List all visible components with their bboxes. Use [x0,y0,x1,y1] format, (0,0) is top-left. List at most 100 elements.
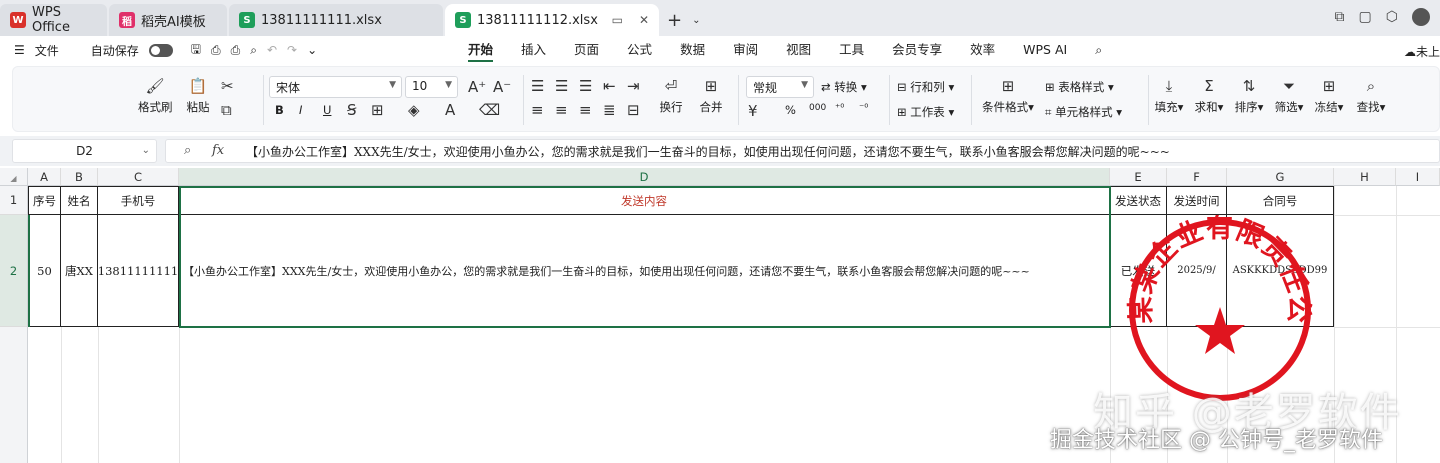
wrap-text-button[interactable]: ⏎ 换行 [653,77,689,115]
find-button[interactable]: ⌕ 查找▾ [1353,77,1389,115]
copy-icon[interactable]: ⧉ [221,101,232,119]
col-header-d[interactable]: D [179,168,1110,186]
border-icon[interactable]: ⊞ [371,101,384,119]
col-header-g[interactable]: G [1227,168,1334,186]
col-header-c[interactable]: C [98,168,179,186]
thousands-button[interactable]: 000 [809,103,826,113]
decimal-decrease-icon[interactable]: ⁻⁰ [859,103,868,114]
col-header-h[interactable]: H [1334,168,1396,186]
cut-icon[interactable]: ✂ [221,77,234,95]
file-menu[interactable]: 文件 [35,42,59,59]
new-tab-button[interactable]: + ⌄ [659,4,708,36]
cell-a2[interactable]: 50 [28,215,61,327]
decimal-increase-icon[interactable]: ⁺⁰ [835,103,844,114]
convert-button[interactable]: ⇄ 转换 ▾ [821,79,867,95]
currency-icon[interactable]: ¥ [748,102,758,120]
hamburger-icon[interactable]: ☰ [14,43,25,57]
align-middle-icon[interactable]: ☰ [555,77,568,95]
cell-d1[interactable]: 发送内容 [179,186,1110,215]
menu-wps-ai[interactable]: WPS AI [1009,36,1081,64]
menu-member[interactable]: 会员专享 [878,36,956,64]
sum-button[interactable]: Σ 求和▾ [1191,77,1227,115]
cell-b2[interactable]: 唐XX [61,215,98,327]
window-icon[interactable]: ▢ [1359,9,1372,25]
select-all-corner[interactable]: ◢ [0,168,28,186]
rows-cols-button[interactable]: ⊟ 行和列 ▾ [897,79,954,95]
redo-icon[interactable]: ↷ [287,43,297,57]
font-name-select[interactable]: 宋体 ▼ [269,76,402,98]
fill-button[interactable]: ⤓ 填充▾ [1151,77,1187,115]
cell-e1[interactable]: 发送状态 [1110,186,1167,215]
search-icon[interactable]: ⌕ [1081,36,1116,64]
col-header-i[interactable]: I [1396,168,1440,186]
cell-f1[interactable]: 发送时间 [1167,186,1227,215]
align-center-icon[interactable]: ≡ [555,101,568,119]
cell-g1[interactable]: 合同号 [1227,186,1334,215]
avatar[interactable] [1412,8,1430,26]
cell-a1[interactable]: 序号 [28,186,61,215]
format-painter-button[interactable]: 🖌 格式刷 [138,77,173,115]
justify-icon[interactable]: ≣ [603,101,616,119]
bold-button[interactable]: B [275,103,284,117]
shrink-font-icon[interactable]: A⁻ [493,78,511,96]
monitor-icon[interactable]: ▭ [612,13,623,27]
chevron-down-icon[interactable]: ⌄ [307,43,317,57]
italic-button[interactable]: I [299,103,302,117]
menu-insert[interactable]: 插入 [507,36,560,64]
cell-style-button[interactable]: ⌗ 单元格样式 ▾ [1045,104,1122,120]
cube-icon[interactable]: ⬡ [1386,9,1398,25]
sort-button[interactable]: ⇅ 排序▾ [1231,77,1267,115]
tab-wps-office[interactable]: W WPS Office [0,4,107,36]
strikethrough-icon[interactable]: Ꞩ [347,101,357,119]
cell-b1[interactable]: 姓名 [61,186,98,215]
cell-c2[interactable]: 13811111111 [98,215,179,327]
name-box[interactable]: D2 ⌄ [12,139,157,163]
table-style-button[interactable]: ⊞ 表格样式 ▾ [1045,79,1114,95]
indent-decrease-icon[interactable]: ⇤ [603,77,616,95]
formula-input[interactable]: ⌕ fx 【小鱼办公工作室】XXX先生/女士，欢迎使用小鱼办公，您的需求就是我们… [165,139,1440,163]
col-header-e[interactable]: E [1110,168,1167,186]
indent-increase-icon[interactable]: ⇥ [627,77,640,95]
fill-color-icon[interactable]: ◈ [408,101,420,119]
paste-button[interactable]: 📋 粘贴 [181,77,215,115]
undo-icon[interactable]: ↶ [267,43,277,57]
freeze-button[interactable]: ⊞ 冻结▾ [1311,77,1347,115]
conditional-format-button[interactable]: ⊞ 条件格式▾ [979,77,1037,115]
screenshot-icon[interactable]: ⧉ [1335,9,1345,25]
row-header-1[interactable]: 1 [0,186,28,215]
tab-file-2[interactable]: S 13811111112.xlsx ▭ ✕ [445,4,659,36]
align-right-icon[interactable]: ≡ [579,101,592,119]
autosave-toggle[interactable] [148,43,173,57]
row-header-2[interactable]: 2 [0,215,28,327]
menu-page[interactable]: 页面 [560,36,613,64]
menu-home[interactable]: 开始 [454,36,507,64]
menu-efficiency[interactable]: 效率 [956,36,1009,64]
col-header-f[interactable]: F [1167,168,1227,186]
underline-button[interactable]: U [323,103,331,117]
font-size-select[interactable]: 10 ▼ [405,76,458,98]
number-format-select[interactable]: 常规 ▼ [746,76,814,98]
zoom-icon[interactable]: ⌕ [184,143,191,158]
percent-button[interactable]: % [785,103,796,117]
eraser-icon[interactable]: ⌫ [479,101,500,119]
tab-file-1[interactable]: S 13811111111.xlsx [229,4,443,36]
export-icon[interactable]: ⎙ [211,43,221,58]
align-top-icon[interactable]: ☰ [531,77,544,95]
menu-view[interactable]: 视图 [772,36,825,64]
font-color-icon[interactable]: A [445,101,455,119]
tab-docer[interactable]: 稻 稻壳AI模板 [109,4,227,36]
cloud-status[interactable]: ☁未上 [1404,43,1440,60]
preview-icon[interactable]: ⌕ [250,43,257,58]
align-bottom-icon[interactable]: ☰ [579,77,592,95]
align-left-icon[interactable]: ≡ [531,101,544,119]
worksheet-button[interactable]: ⊞ 工作表 ▾ [897,104,954,120]
merge-button[interactable]: ⊞ 合并 [693,77,729,115]
cell-c1[interactable]: 手机号 [98,186,179,215]
fx-icon[interactable]: fx [212,143,224,158]
menu-formula[interactable]: 公式 [613,36,666,64]
menu-data[interactable]: 数据 [666,36,719,64]
filter-button[interactable]: ⏷ 筛选▾ [1271,77,1307,115]
cell-d2[interactable]: 【小鱼办公工作室】XXX先生/女士，欢迎使用小鱼办公，您的需求就是我们一生奋斗的… [179,215,1110,327]
save-icon[interactable]: 🖫 [191,40,201,61]
col-header-b[interactable]: B [61,168,98,186]
